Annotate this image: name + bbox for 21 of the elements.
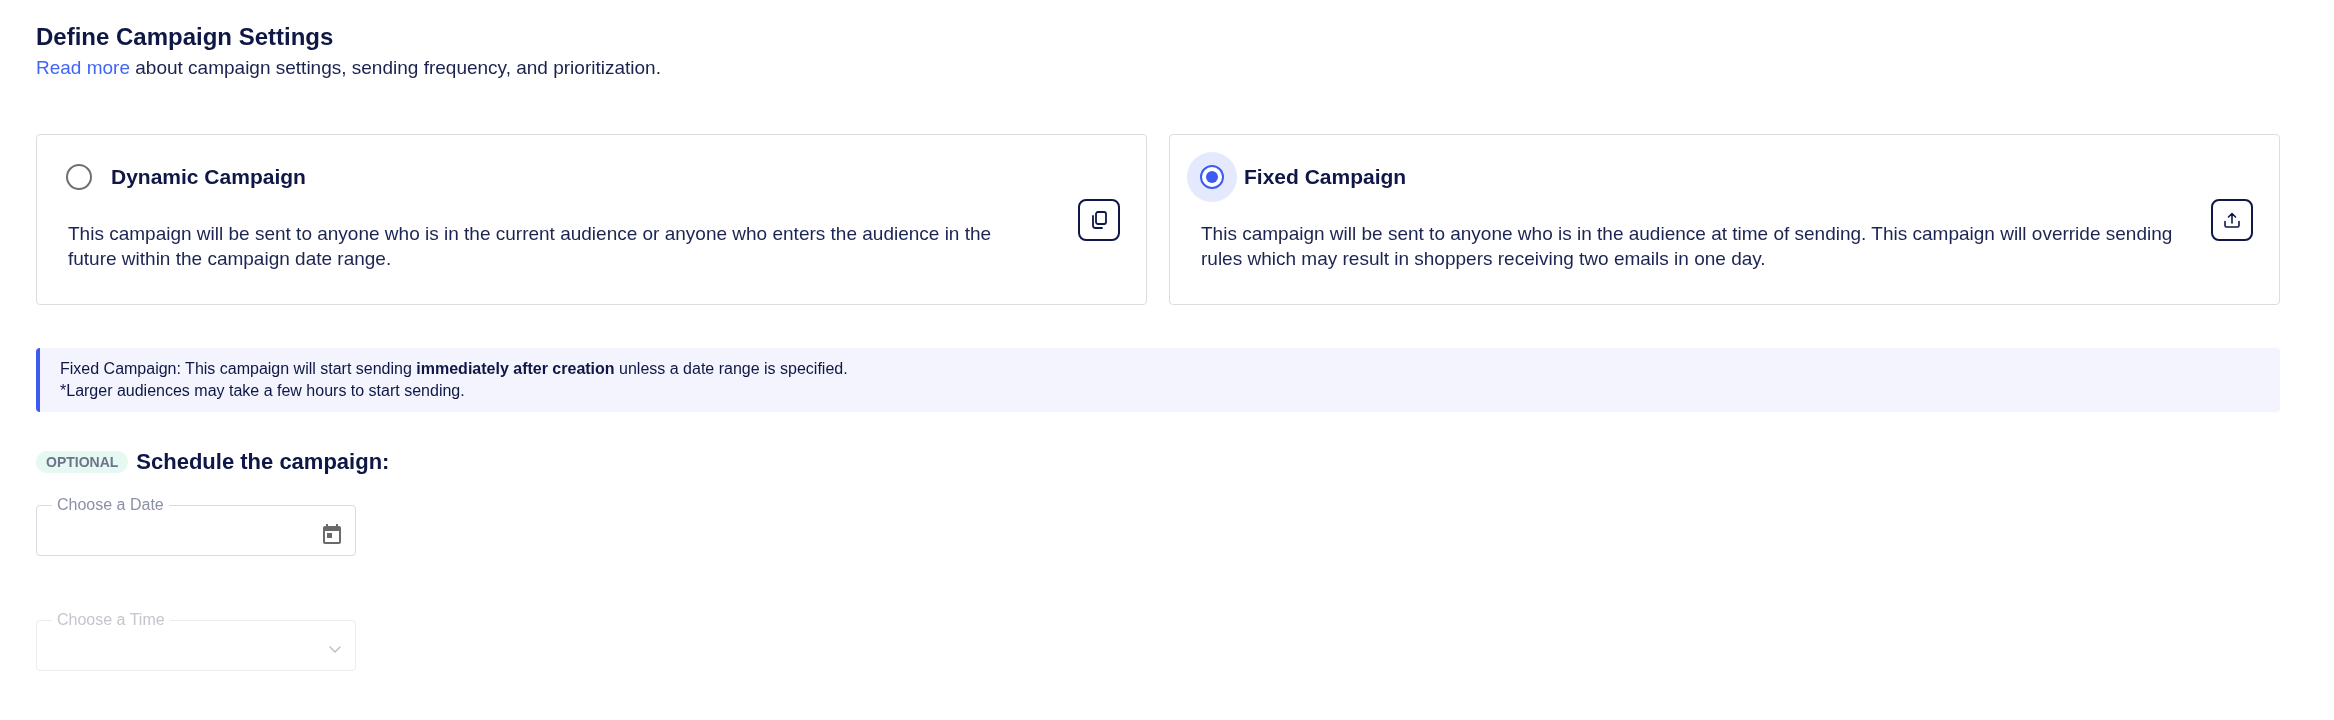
date-field[interactable]: Choose a Date <box>36 497 356 556</box>
radio-button[interactable] <box>1187 152 1237 202</box>
copy-icon <box>1091 210 1107 229</box>
intro-text: Read more about campaign settings, sending frequency, and prioritization. <box>36 56 662 80</box>
option-title: Dynamic Campaign <box>111 165 306 189</box>
option-title: Fixed Campaign <box>1244 165 1407 189</box>
section-title: Schedule the campaign: <box>136 449 390 475</box>
option-description: This campaign will be sent to anyone who is in the current audience or anyone who enters the audience in the future within the campaign date range. <box>68 222 993 271</box>
upload-icon <box>2224 211 2240 228</box>
campaign-option-card[interactable]: Dynamic Campaign This campaign will be sent to anyone who is in the current audience or anyone who enters the audience in the future within the campaign date range. <box>36 134 1147 305</box>
radio-button[interactable] <box>66 164 92 190</box>
calendar-icon[interactable] <box>323 524 341 544</box>
notice-text: Fixed Campaign: This campaign will start sending immediately after creation unless a date range is specified. <box>60 359 849 379</box>
read-more-link[interactable]: Read more <box>36 57 130 78</box>
upload-button[interactable] <box>2211 198 2253 241</box>
campaign-option-card[interactable]: Fixed Campaign This campaign will be sent to anyone who is in the audience at time of sending. This campaign will override sending rules which may result in shoppers receiving two emails in one day. <box>1169 134 2280 305</box>
copy-button[interactable] <box>1078 198 1120 241</box>
page-title: Define Campaign Settings <box>36 23 335 51</box>
option-description: This campaign will be sent to anyone who is in the audience at time of sending. This campaign will override sending rules which may result in shoppers receiving two emails in one day. <box>1201 222 2174 271</box>
notice-text: *Larger audiences may take a few hours to start sending. <box>60 381 466 401</box>
optional-badge: OPTIONAL <box>36 451 129 473</box>
